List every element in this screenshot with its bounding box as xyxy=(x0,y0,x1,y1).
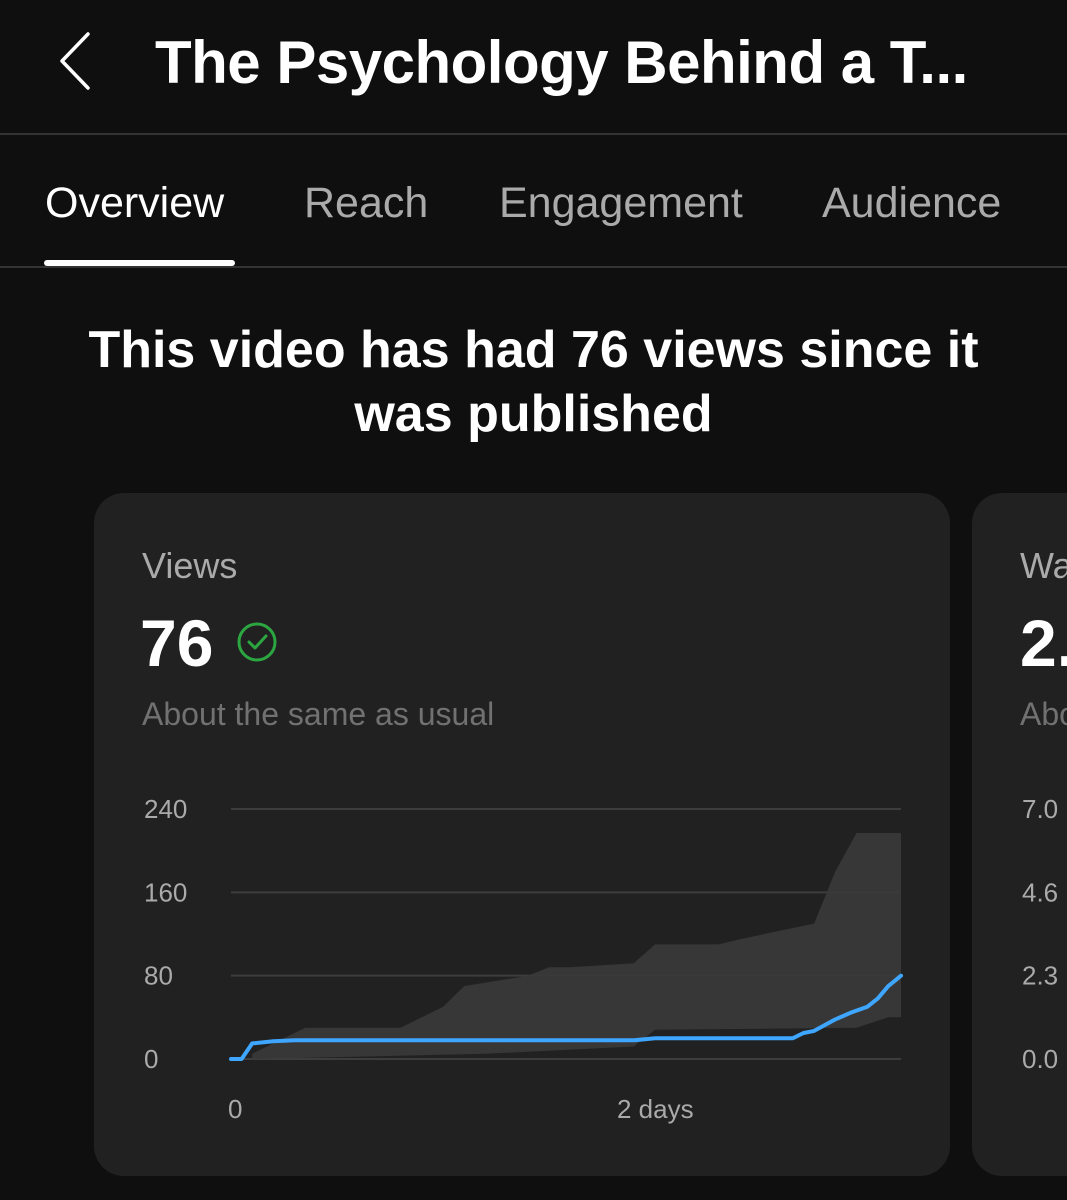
top-bar: The Psychology Behind a T... xyxy=(0,0,1067,135)
next-card-chart: 7.0 4.6 2.3 0.0 xyxy=(1022,794,1058,1074)
summary-headline: This video has had 76 views since it was… xyxy=(88,321,979,443)
page-title: The Psychology Behind a T... xyxy=(155,29,968,96)
next-metric-card[interactable]: Wa 2. Abo 7.04.62.30.0 xyxy=(972,493,1067,1176)
x-tick-label: 0 xyxy=(228,1094,242,1124)
y-tick-label: 240 xyxy=(144,794,187,824)
next-card-y-tick-label: 0.0 xyxy=(1022,1044,1058,1074)
tab-overview[interactable]: Overview xyxy=(45,177,224,229)
next-card-y-tick-label: 2.3 xyxy=(1022,961,1058,991)
views-chart: 240 160 80 0 0 2 days xyxy=(144,794,903,1124)
typical-range-band xyxy=(252,833,901,1059)
tab-bar: Overview Reach Engagement Audience xyxy=(0,135,1067,268)
x-tick-label: 2 days xyxy=(617,1094,694,1124)
tab-audience[interactable]: Audience xyxy=(822,177,1001,229)
y-tick-label: 80 xyxy=(144,961,173,991)
tab-engagement[interactable]: Engagement xyxy=(499,177,743,229)
next-card-y-tick-label: 7.0 xyxy=(1022,794,1058,824)
next-card-y-tick-label: 4.6 xyxy=(1022,877,1058,907)
tab-reach[interactable]: Reach xyxy=(304,177,428,229)
back-button[interactable] xyxy=(48,26,108,96)
active-tab-indicator xyxy=(44,260,235,266)
y-tick-label: 0 xyxy=(144,1044,158,1074)
y-tick-label: 160 xyxy=(144,877,187,907)
chevron-left-icon xyxy=(60,32,90,90)
views-card[interactable]: Views 76 About the same as usual 240 160 8… xyxy=(94,493,950,1176)
